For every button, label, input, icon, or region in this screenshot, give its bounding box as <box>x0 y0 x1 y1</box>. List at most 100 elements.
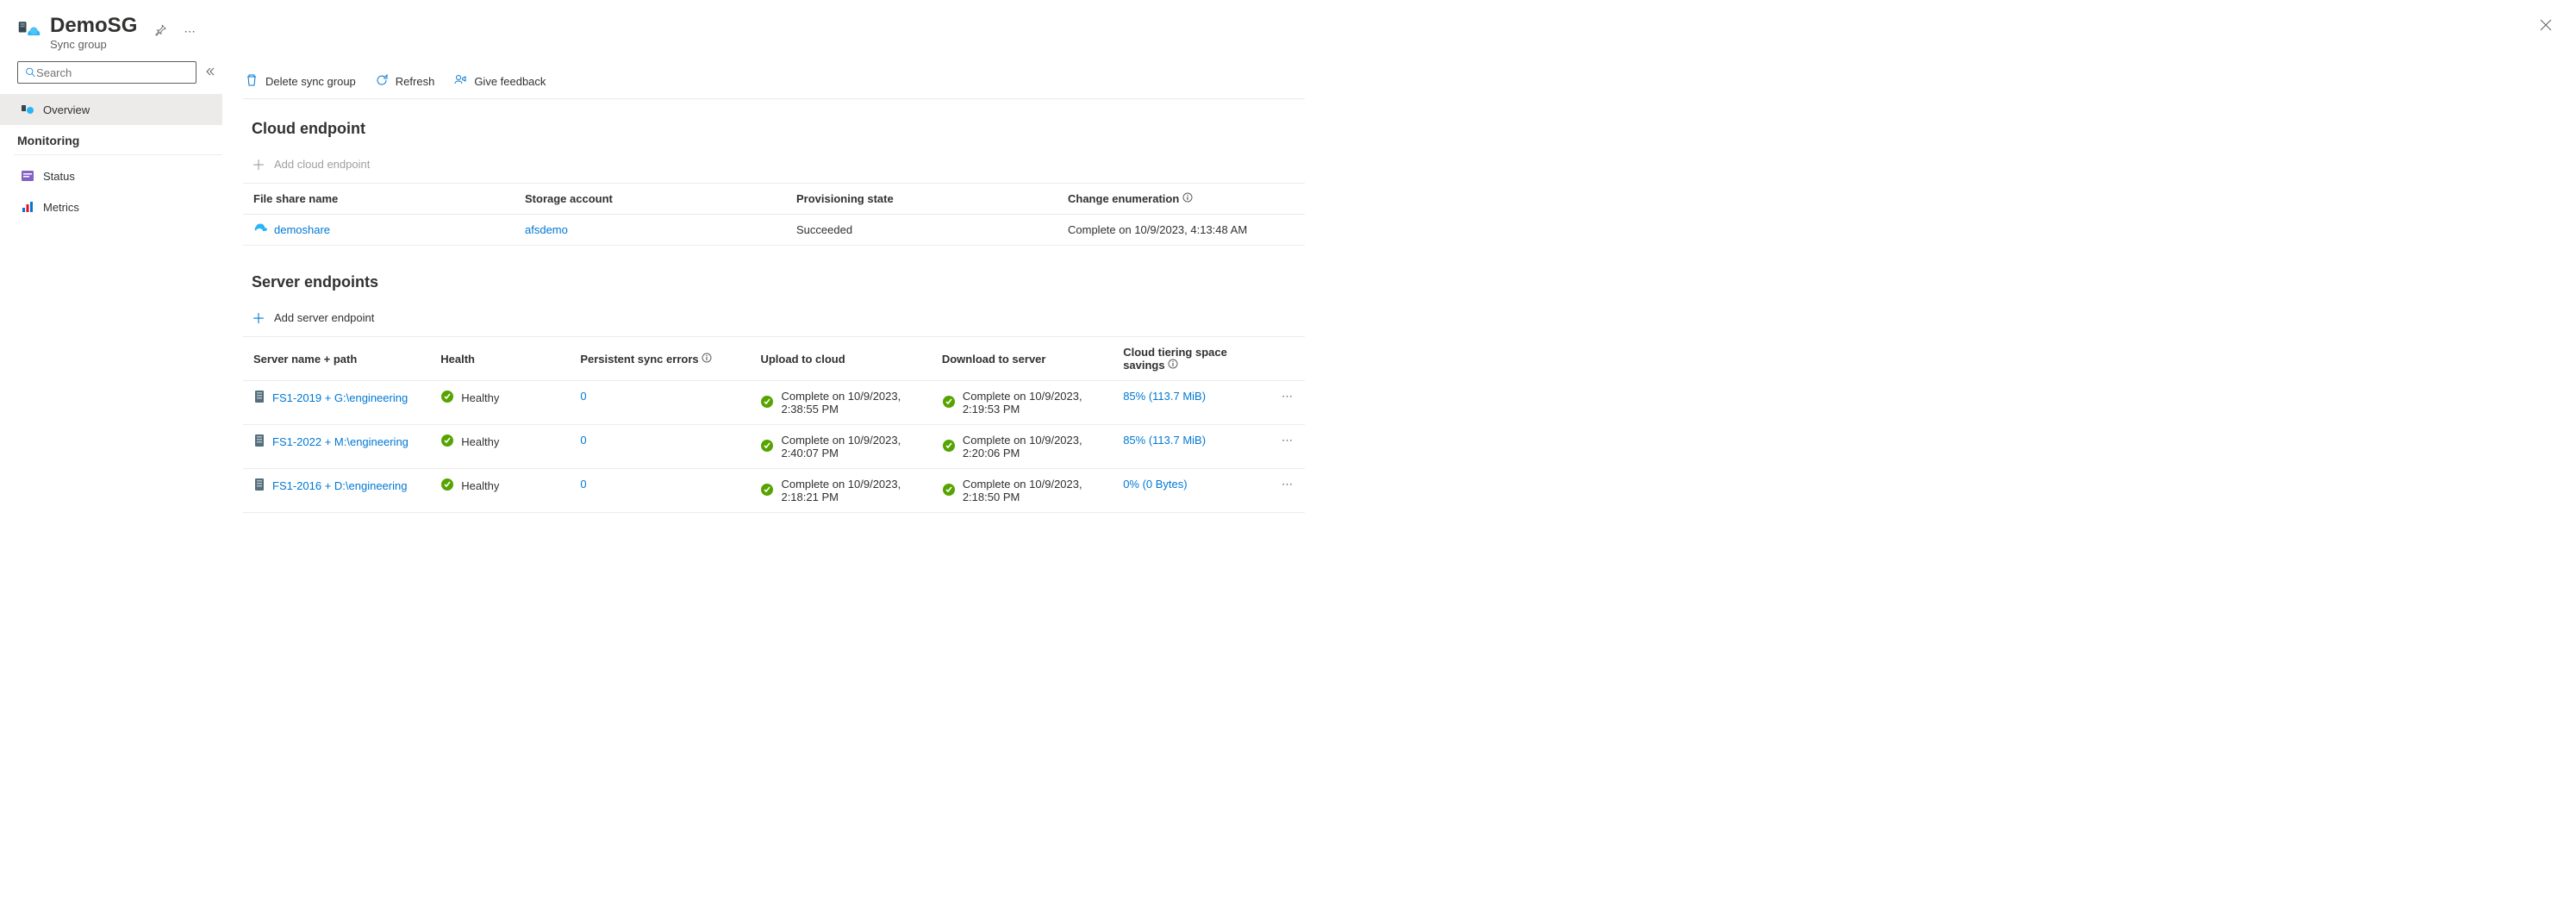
close-button[interactable] <box>2536 16 2555 39</box>
close-icon <box>2540 19 2552 31</box>
delete-icon <box>245 73 259 90</box>
info-icon[interactable] <box>1168 359 1178 372</box>
row-more-button[interactable]: ⋯ <box>1271 469 1305 513</box>
button-label: Delete sync group <box>265 75 356 88</box>
button-label: Refresh <box>396 75 435 88</box>
column-header[interactable]: Change enumeration <box>1057 184 1305 215</box>
add-cloud-endpoint-button: ＋ Add cloud endpoint <box>243 145 370 183</box>
feedback-icon <box>453 73 467 90</box>
sync-group-icon <box>17 17 41 41</box>
table-row: FS1-2016 + D:\engineering Healthy 0 Comp… <box>243 469 1305 513</box>
server-endpoints-title: Server endpoints <box>252 273 1305 291</box>
search-icon <box>25 66 36 78</box>
row-more-button[interactable]: ⋯ <box>1271 425 1305 469</box>
column-header[interactable]: Health <box>430 337 570 381</box>
server-icon <box>253 478 265 494</box>
sidebar-item-metrics[interactable]: Metrics <box>0 191 222 222</box>
button-label: Give feedback <box>474 75 546 88</box>
storage-account-link[interactable]: afsdemo <box>525 223 568 236</box>
column-header[interactable]: Cloud tiering space savings <box>1113 337 1271 381</box>
sidebar-item-label: Metrics <box>43 201 79 214</box>
column-header[interactable]: Download to server <box>932 337 1113 381</box>
refresh-button[interactable]: Refresh <box>373 70 437 93</box>
sidebar: Overview Monitoring Status Metrics <box>0 58 222 534</box>
command-bar: Delete sync group Refresh Give feedback <box>243 65 1305 99</box>
server-icon <box>253 434 265 450</box>
tiering-savings-link[interactable]: 85% (113.7 MiB) <box>1123 434 1206 447</box>
add-server-endpoint-button[interactable]: ＋ Add server endpoint <box>243 298 374 336</box>
sync-errors-link[interactable]: 0 <box>580 434 586 447</box>
button-label: Add cloud endpoint <box>274 158 370 171</box>
sync-errors-link[interactable]: 0 <box>580 390 586 403</box>
page-header: DemoSG Sync group ⋯ <box>0 0 2576 58</box>
change-enumeration: Complete on 10/9/2023, 4:13:48 AM <box>1068 223 1247 236</box>
health-status: Healthy <box>461 435 499 448</box>
column-header[interactable]: File share name <box>243 184 515 215</box>
delete-sync-group-button[interactable]: Delete sync group <box>243 70 358 93</box>
sidebar-item-overview[interactable]: Overview <box>0 94 222 125</box>
plus-icon: ＋ <box>252 307 265 328</box>
complete-icon <box>760 395 774 411</box>
table-row: demoshare afsdemo Succeeded Complete on … <box>243 215 1305 246</box>
download-status: Complete on 10/9/2023, 2:19:53 PM <box>963 390 1102 416</box>
sync-errors-link[interactable]: 0 <box>580 478 586 491</box>
more-icon: ⋯ <box>184 25 195 38</box>
download-status: Complete on 10/9/2023, 2:18:50 PM <box>963 478 1102 503</box>
sidebar-item-label: Status <box>43 170 75 183</box>
collapse-sidebar-button[interactable] <box>205 66 215 79</box>
column-header[interactable]: Provisioning state <box>786 184 1057 215</box>
complete-icon <box>942 395 956 411</box>
complete-icon <box>760 439 774 455</box>
complete-icon <box>942 439 956 455</box>
column-header[interactable]: Server name + path <box>243 337 430 381</box>
search-input[interactable] <box>36 66 189 79</box>
file-share-link[interactable]: demoshare <box>274 223 330 236</box>
upload-status: Complete on 10/9/2023, 2:40:07 PM <box>781 434 920 460</box>
info-icon[interactable] <box>1182 192 1193 205</box>
cloud-endpoint-table: File share name Storage account Provisio… <box>243 183 1305 246</box>
column-header[interactable]: Upload to cloud <box>750 337 931 381</box>
healthy-icon <box>440 434 454 450</box>
server-endpoints-table: Server name + path Health Persistent syn… <box>243 336 1305 513</box>
upload-status: Complete on 10/9/2023, 2:38:55 PM <box>781 390 920 416</box>
server-endpoint-link[interactable]: FS1-2016 + D:\engineering <box>272 479 407 492</box>
metrics-icon <box>21 200 34 214</box>
give-feedback-button[interactable]: Give feedback <box>452 70 547 93</box>
download-status: Complete on 10/9/2023, 2:20:06 PM <box>963 434 1102 460</box>
page-subtitle: Sync group <box>50 38 137 51</box>
sidebar-item-status[interactable]: Status <box>0 160 222 191</box>
header-more-button[interactable]: ⋯ <box>180 22 198 42</box>
sidebar-divider <box>14 154 222 155</box>
search-box[interactable] <box>17 61 196 84</box>
tiering-savings-link[interactable]: 85% (113.7 MiB) <box>1123 390 1206 403</box>
file-share-icon <box>253 223 267 236</box>
column-header[interactable]: Persistent sync errors <box>570 337 750 381</box>
row-more-button[interactable]: ⋯ <box>1271 381 1305 425</box>
page-title: DemoSG <box>50 14 137 38</box>
provisioning-state: Succeeded <box>796 223 852 236</box>
healthy-icon <box>440 478 454 494</box>
button-label: Add server endpoint <box>274 311 374 324</box>
cloud-endpoint-title: Cloud endpoint <box>252 120 1305 138</box>
info-icon[interactable] <box>702 353 712 366</box>
plus-icon: ＋ <box>252 153 265 174</box>
healthy-icon <box>440 390 454 406</box>
column-header[interactable]: Storage account <box>515 184 786 215</box>
pin-icon <box>154 24 166 36</box>
main-content: Delete sync group Refresh Give feedback … <box>222 58 1325 534</box>
column-header-label: Change enumeration <box>1068 192 1179 205</box>
column-header-label: Persistent sync errors <box>580 353 698 366</box>
status-icon <box>21 169 34 183</box>
sidebar-item-label: Overview <box>43 103 90 116</box>
table-row: FS1-2019 + G:\engineering Healthy 0 Comp… <box>243 381 1305 425</box>
upload-status: Complete on 10/9/2023, 2:18:21 PM <box>781 478 920 503</box>
overview-icon <box>21 103 34 116</box>
server-endpoint-link[interactable]: FS1-2019 + G:\engineering <box>272 391 408 404</box>
refresh-icon <box>375 73 389 90</box>
server-icon <box>253 390 265 406</box>
table-row: FS1-2022 + M:\engineering Healthy 0 Comp… <box>243 425 1305 469</box>
server-endpoint-link[interactable]: FS1-2022 + M:\engineering <box>272 435 409 448</box>
tiering-savings-link[interactable]: 0% (0 Bytes) <box>1123 478 1187 491</box>
sidebar-section-monitoring: Monitoring <box>17 134 222 147</box>
pin-button[interactable] <box>151 21 170 42</box>
